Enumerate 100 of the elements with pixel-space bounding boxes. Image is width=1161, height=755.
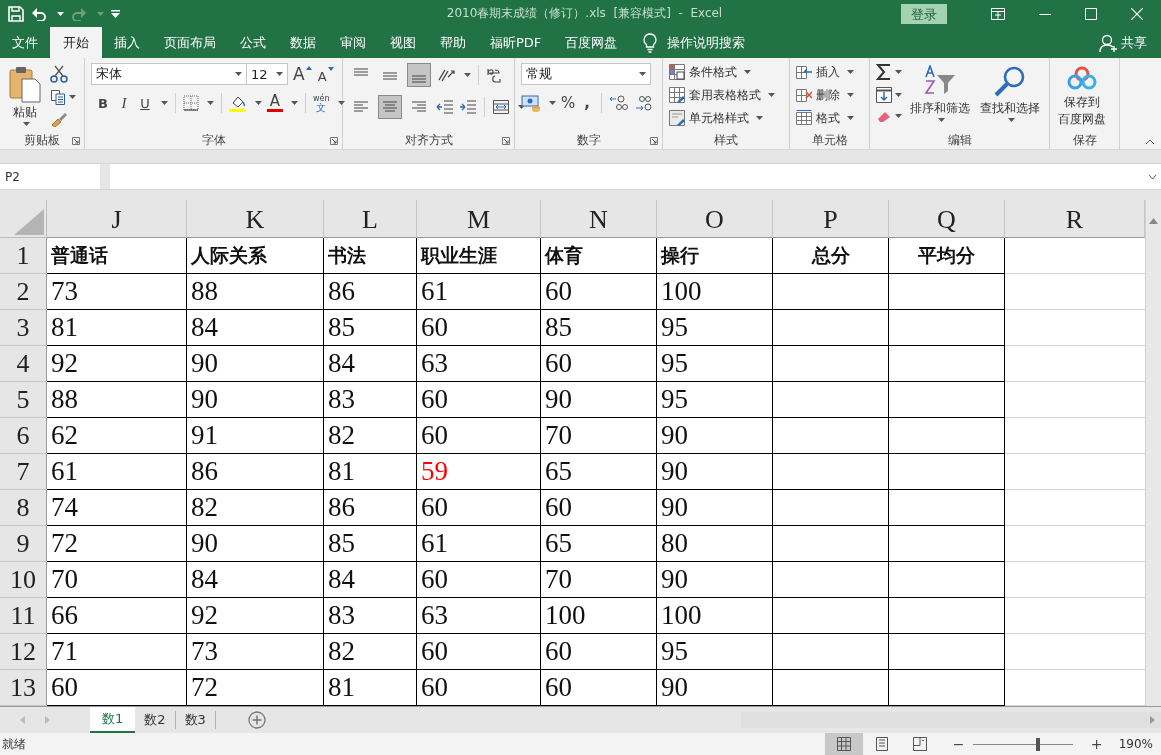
font-color-button[interactable]: A [267, 94, 283, 112]
row-header[interactable]: 3 [0, 310, 47, 346]
caret-icon[interactable] [744, 70, 751, 74]
ribbon-display-icon[interactable] [991, 7, 1005, 20]
caret-icon[interactable] [276, 72, 283, 76]
increase-indent-icon[interactable] [459, 99, 477, 115]
column-header[interactable]: N [541, 200, 657, 238]
horizontal-scrollbar[interactable] [741, 712, 1161, 728]
login-button[interactable]: 登录 [901, 3, 947, 24]
save-icon[interactable] [8, 5, 24, 22]
wrap-text-icon[interactable] [486, 66, 502, 84]
column-header[interactable]: M [417, 200, 541, 238]
slider-thumb[interactable] [1035, 737, 1040, 751]
ribbon-tab[interactable]: 开始 [50, 27, 102, 58]
paintbrush-icon[interactable] [50, 111, 68, 127]
sum-icon[interactable] [876, 63, 892, 81]
copy-icon[interactable] [50, 89, 66, 105]
normal-view-button[interactable] [824, 733, 863, 755]
italic-button[interactable]: I [116, 94, 132, 112]
row-header[interactable]: 5 [0, 382, 47, 418]
caret-icon[interactable] [464, 73, 471, 77]
ribbon-tab[interactable]: 页面布局 [152, 27, 228, 58]
add-sheet-icon[interactable] [247, 711, 266, 729]
caret-icon[interactable] [639, 72, 646, 76]
caret-icon[interactable] [161, 101, 168, 105]
zoom-level[interactable]: 190% [1118, 737, 1153, 751]
row-header[interactable]: 2 [0, 274, 47, 310]
column-header[interactable]: P [773, 200, 889, 238]
ribbon-tab[interactable]: 公式 [228, 27, 278, 58]
scissors-icon[interactable] [50, 65, 68, 83]
zoom-in-button[interactable]: + [1086, 736, 1107, 752]
row-header[interactable]: 12 [0, 634, 47, 670]
caret-icon[interactable] [549, 101, 556, 105]
search-field[interactable]: 操作说明搜索 [667, 33, 746, 52]
grow-font-button[interactable]: A [292, 64, 313, 84]
dialog-launcher-icon[interactable] [330, 137, 338, 145]
row-header[interactable]: 10 [0, 562, 47, 598]
ribbon-tab[interactable]: 插入 [102, 27, 152, 58]
font-size-dropdown[interactable]: 12 [246, 63, 288, 85]
row-header[interactable]: 11 [0, 598, 47, 634]
merge-center-icon[interactable] [492, 99, 510, 115]
caret-icon[interactable] [895, 93, 902, 97]
text-orientation-icon[interactable] [436, 67, 456, 83]
column-header[interactable]: R [1005, 200, 1145, 238]
collapse-ribbon-icon[interactable] [1145, 139, 1155, 145]
ribbon-tab[interactable]: 百度网盘 [553, 27, 630, 58]
font-name-dropdown[interactable]: 宋体 [91, 63, 247, 85]
expand-icon[interactable] [1148, 173, 1157, 180]
caret-icon[interactable] [57, 11, 64, 16]
insert-button[interactable]: 插入 [796, 63, 854, 81]
customize-icon[interactable] [111, 9, 120, 18]
caret-icon[interactable] [23, 122, 30, 126]
decrease-decimal-icon[interactable] [634, 94, 654, 112]
column-header[interactable]: J [47, 200, 187, 238]
format-button[interactable]: 格式 [796, 109, 854, 127]
ribbon-tab[interactable]: 数据 [278, 27, 328, 58]
save-to-cloud-button[interactable]: 保存到 百度网盘 [1056, 63, 1108, 129]
row-header[interactable]: 7 [0, 454, 47, 490]
shrink-font-button[interactable]: A [316, 64, 335, 84]
caret-icon[interactable] [756, 116, 763, 120]
caret-icon[interactable] [847, 93, 854, 97]
sheet-tab[interactable]: 数1 [90, 707, 136, 733]
caret-icon[interactable] [847, 116, 854, 120]
sheet-tab[interactable]: 数2 [135, 711, 176, 729]
column-header[interactable]: O [657, 200, 773, 238]
caret-icon[interactable] [847, 70, 854, 74]
row-header[interactable]: 1 [0, 238, 47, 274]
row-header[interactable]: 13 [0, 670, 47, 706]
underline-button[interactable]: U [137, 95, 153, 111]
row-header[interactable]: 9 [0, 526, 47, 562]
delete-button[interactable]: 删除 [796, 86, 854, 104]
comma-button[interactable]: , [580, 94, 594, 112]
ribbon-tab[interactable]: 文件 [0, 27, 50, 58]
dialog-launcher-icon[interactable] [650, 137, 658, 145]
caret-icon[interactable] [1008, 118, 1015, 122]
row-header[interactable]: 4 [0, 346, 47, 382]
sort-filter-button[interactable]: 排序和筛选 [908, 63, 972, 124]
caret-icon[interactable] [768, 93, 775, 97]
percent-button[interactable]: % [561, 94, 575, 112]
row-header[interactable]: 6 [0, 418, 47, 454]
paste-button[interactable]: 粘贴 [6, 63, 44, 128]
bold-button[interactable]: B [95, 95, 111, 111]
ribbon-tab[interactable]: 福昕PDF [478, 27, 554, 58]
column-header[interactable]: K [187, 200, 324, 238]
caret-icon[interactable] [69, 95, 76, 99]
dialog-launcher-icon[interactable] [72, 137, 80, 145]
formula-input[interactable] [110, 164, 1161, 189]
currency-icon[interactable] [521, 94, 541, 112]
table-format-button[interactable]: 套用表格格式 [669, 86, 775, 104]
row-header[interactable]: 8 [0, 490, 47, 526]
caret-icon[interactable] [235, 72, 242, 76]
column-header[interactable]: Q [889, 200, 1005, 238]
maximize-icon[interactable] [1085, 7, 1097, 20]
fill-down-icon[interactable] [876, 87, 892, 103]
person-add-icon[interactable] [1099, 33, 1117, 52]
caret-icon[interactable] [255, 101, 262, 105]
caret-icon[interactable] [895, 70, 902, 74]
ribbon-tab[interactable]: 审阅 [328, 27, 378, 58]
eraser-icon[interactable] [876, 109, 892, 123]
share-button[interactable]: 共享 [1121, 33, 1147, 52]
